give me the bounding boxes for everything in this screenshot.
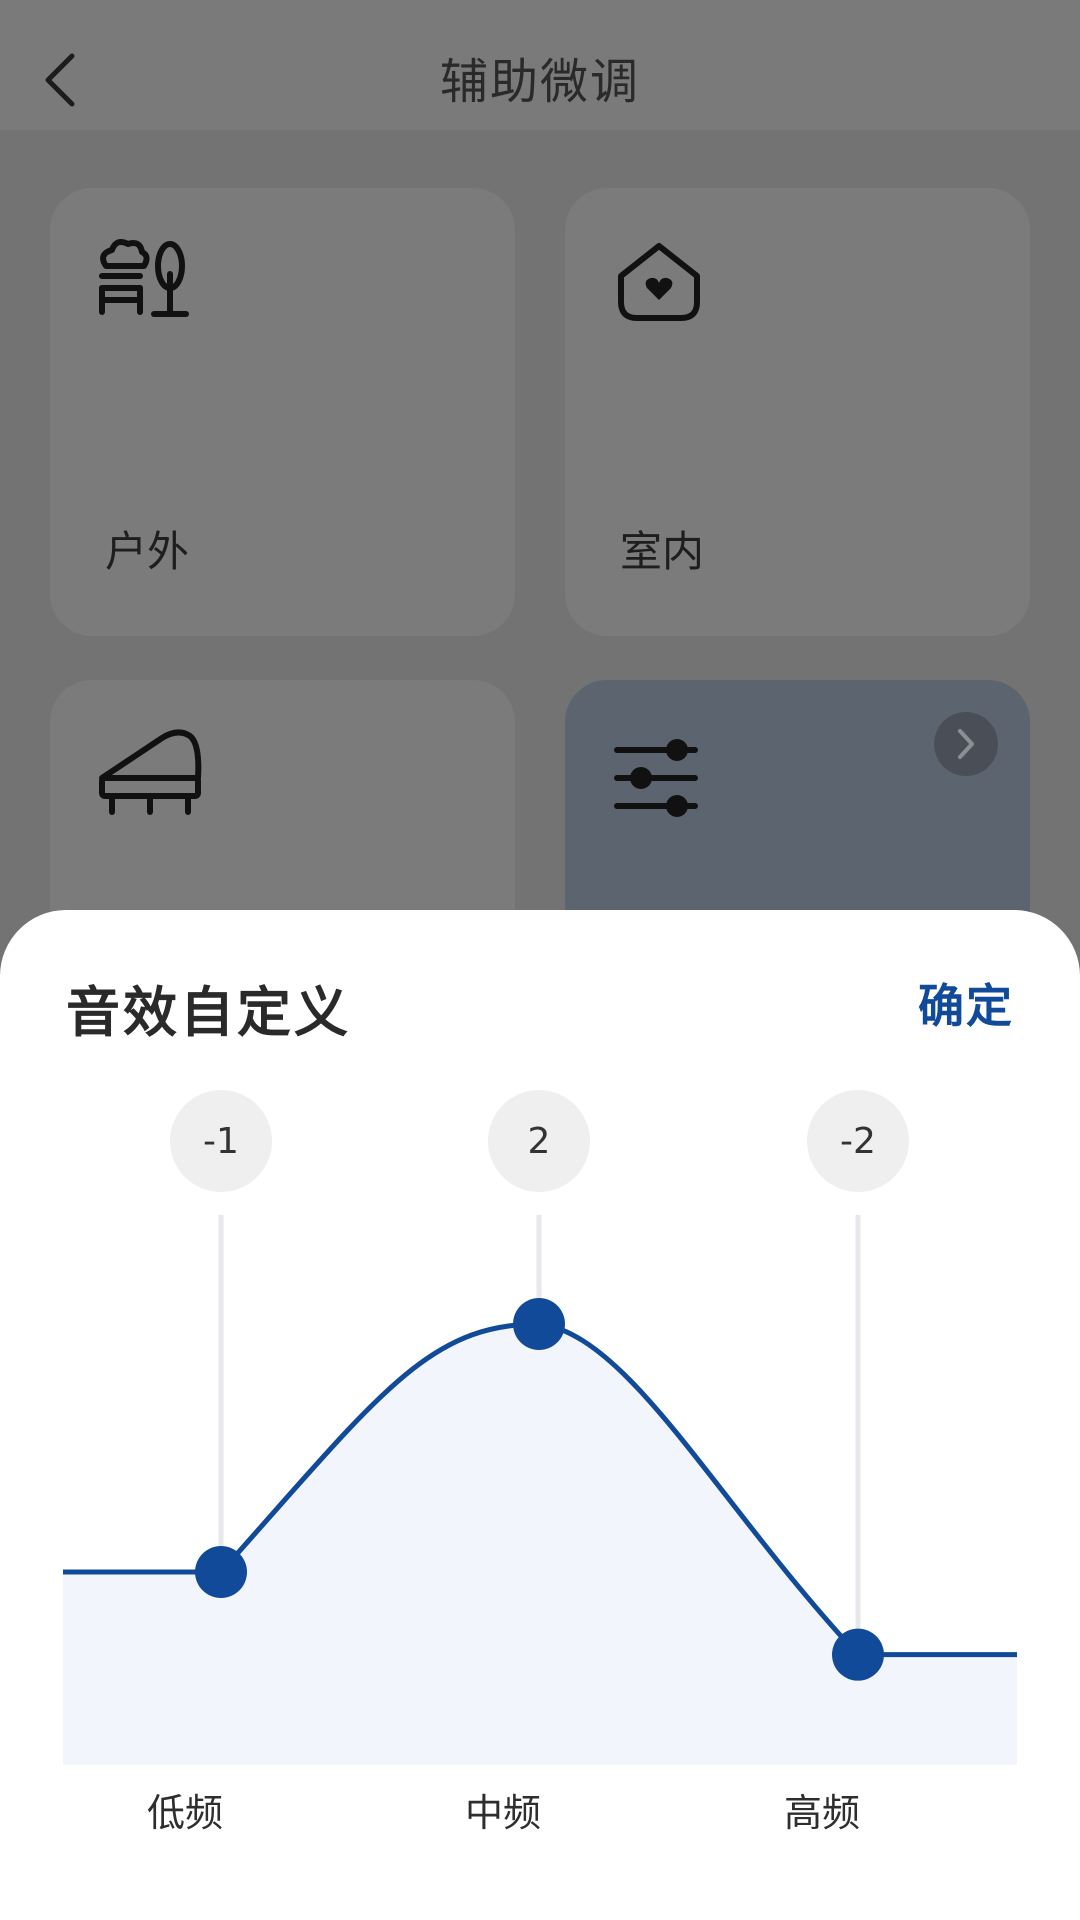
card-label: 户外 [105,527,190,576]
chevron-right-icon [958,729,974,759]
app-header: 辅助微调 [0,0,1080,130]
scene-card-outdoor[interactable]: 户外 [50,188,515,636]
band-handle-1[interactable] [513,1298,565,1350]
band-label: 中频 [464,1791,541,1835]
outdoor-bench-tree-icon [99,239,189,317]
piano-icon [99,729,202,815]
page-title: 辅助微调 [439,54,640,110]
card-detail-button[interactable] [934,712,998,776]
equalizer-curve-fill [63,1324,1017,1765]
band-label: 高频 [783,1791,860,1835]
band-value-bubble: -2 [807,1090,909,1192]
band-label: 低频 [146,1791,223,1835]
sound-effect-custom-sheet: 音效自定义 确定 -1 2 -2 低频 中频 高频 [0,910,1080,1920]
equalizer-chart[interactable] [0,910,1080,1920]
band-value-bubble: -1 [170,1090,272,1192]
scene-card-indoor[interactable]: 室内 [565,188,1030,636]
card-label: 室内 [620,527,705,576]
band-handle-2[interactable] [832,1628,884,1681]
sliders-icon [614,739,698,817]
band-handle-0[interactable] [195,1546,247,1598]
home-heart-icon [618,243,700,321]
band-value-bubble: 2 [488,1090,590,1192]
